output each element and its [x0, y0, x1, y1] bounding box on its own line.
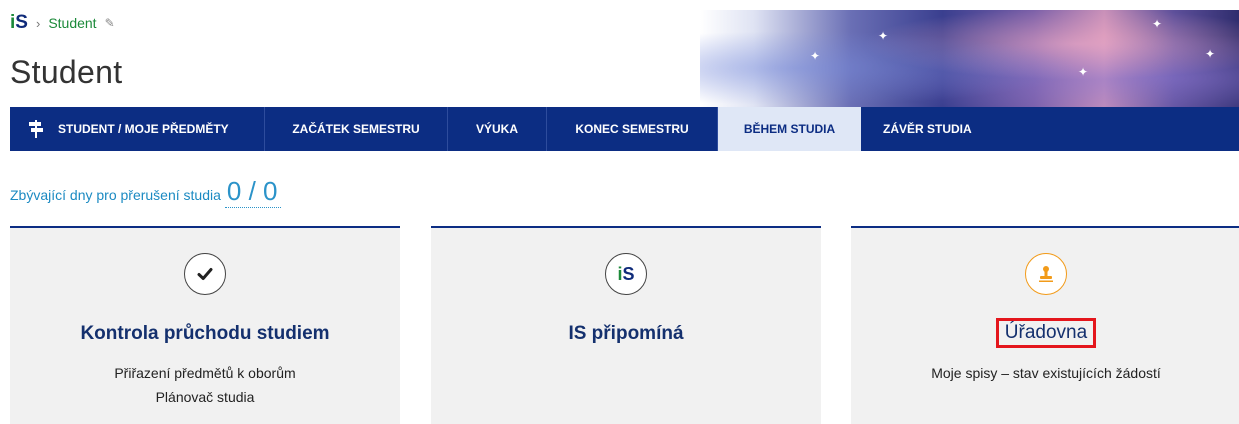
- interruption-label: Zbývající dny pro přerušení studia: [10, 187, 221, 203]
- nav-item-label: BĚHEM STUDIA: [743, 122, 836, 136]
- is-logo[interactable]: iS: [10, 13, 28, 33]
- card-uradovna: Úřadovna Moje spisy – stav existujících …: [851, 226, 1239, 424]
- nav-item-behem-studia[interactable]: BĚHEM STUDIA: [718, 107, 861, 151]
- nav-item-zaver-studia[interactable]: ZÁVĚR STUDIA: [861, 107, 994, 151]
- card-kontrola-pruchodu: Kontrola průchodu studiem Přiřazení před…: [10, 226, 400, 424]
- card-link-prirazeni[interactable]: Přiřazení předmětů k oborům: [10, 365, 400, 381]
- is-logo-icon: iS: [605, 253, 647, 295]
- card-title[interactable]: Kontrola průchodu studiem: [10, 323, 400, 345]
- interruption-value[interactable]: 0 / 0: [224, 176, 282, 208]
- star-decoration: ✦: [810, 49, 821, 63]
- star-decoration: ✦: [1205, 47, 1216, 61]
- breadcrumb: iS › Student ✎: [10, 13, 115, 33]
- main-nav: STUDENT / MOJE PŘEDMĚTY ZAČÁTEK SEMESTRU…: [10, 107, 1239, 151]
- nav-item-label: VÝUKA: [475, 122, 518, 136]
- checkmark-icon: [184, 253, 226, 295]
- nav-item-label: KONEC SEMESTRU: [575, 122, 689, 136]
- stamp-icon: [1025, 253, 1067, 295]
- uradovna-highlight[interactable]: Úřadovna: [995, 318, 1097, 348]
- card-title[interactable]: Úřadovna: [851, 318, 1239, 348]
- nav-item-konec-semestru[interactable]: KONEC SEMESTRU: [547, 107, 718, 151]
- card-title[interactable]: IS připomíná: [431, 323, 821, 345]
- nav-item-vyuka[interactable]: VÝUKA: [448, 107, 547, 151]
- nav-item-label: ZÁVĚR STUDIA: [883, 122, 972, 136]
- card-link-planovac[interactable]: Plánovač studia: [10, 389, 400, 405]
- nav-item-student-moje-predmety[interactable]: STUDENT / MOJE PŘEDMĚTY: [10, 107, 265, 151]
- card-is-pripomina: iS IS připomíná: [431, 226, 821, 424]
- breadcrumb-separator: ›: [35, 15, 41, 31]
- pin-icon[interactable]: ✎: [105, 16, 115, 30]
- page-title: Student: [10, 54, 123, 90]
- breadcrumb-student-link[interactable]: Student: [48, 15, 96, 31]
- nav-item-label: STUDENT / MOJE PŘEDMĚTY: [58, 122, 229, 136]
- star-decoration: ✦: [1152, 17, 1163, 31]
- nav-item-zacatek-semestru[interactable]: ZAČÁTEK SEMESTRU: [265, 107, 448, 151]
- nav-item-label: ZAČÁTEK SEMESTRU: [292, 122, 420, 136]
- header-banner-image: ✦ ✦ ✦ ✦ ✦: [700, 10, 1239, 107]
- star-decoration: ✦: [878, 29, 889, 43]
- signpost-icon: [28, 120, 44, 138]
- card-link-moje-spisy[interactable]: Moje spisy – stav existujících žádostí: [851, 365, 1239, 381]
- star-decoration: ✦: [1078, 65, 1089, 79]
- interruption-days-counter: Zbývající dny pro přerušení studia 0 / 0: [10, 176, 282, 208]
